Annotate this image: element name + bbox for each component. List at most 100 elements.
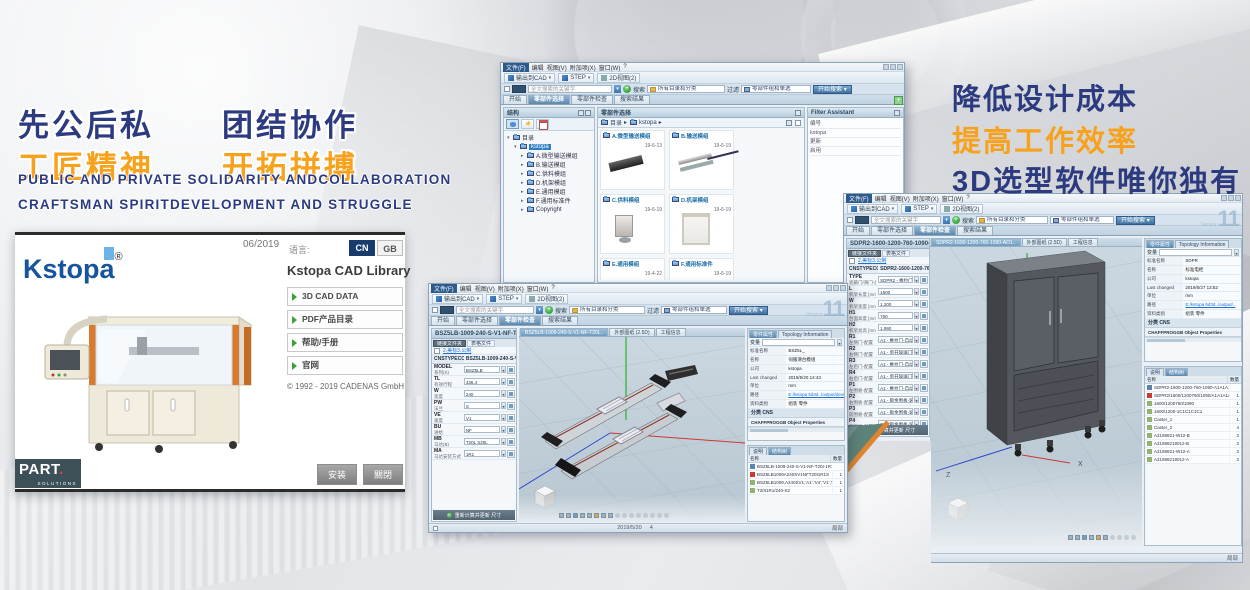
variable-select[interactable] [1159, 249, 1232, 256]
menu-item[interactable]: 文件(F) [846, 194, 872, 203]
chevron-down-icon[interactable]: ▾ [501, 450, 506, 457]
search-input[interactable]: 全文搜索的关键字 [456, 306, 534, 314]
edit-parameter-button[interactable] [920, 336, 928, 344]
search-checkbox[interactable] [504, 86, 510, 92]
edit-parameter-button[interactable] [507, 402, 515, 410]
parameter-value[interactable]: A1 - 单开玻璃门-铰链 [878, 348, 913, 355]
recompute-button[interactable]: 重新计算并更新 尺寸 [433, 510, 515, 520]
tree-item[interactable]: ▸ A.微型输送模组 [507, 151, 594, 160]
edit-parameter-button[interactable] [920, 372, 928, 380]
search-dropdown-button[interactable]: ▾ [943, 216, 950, 224]
menu-item[interactable]: 窗口(W) [599, 63, 621, 72]
horizontal-scrollbar[interactable] [1145, 337, 1241, 342]
structure-row[interactable]: A21998219012-A 2 [1145, 456, 1241, 464]
app-tab[interactable]: 开始 [503, 95, 527, 104]
dock-icon[interactable] [578, 110, 584, 116]
chevron-down-icon[interactable]: ▾ [501, 426, 506, 433]
viewport-tab[interactable]: 工程信息 [1068, 238, 1098, 246]
edit-parameter-button[interactable] [507, 378, 515, 386]
menu-item[interactable]: ? [623, 64, 626, 70]
window-controls[interactable] [826, 285, 846, 291]
add-search-icon[interactable]: + [545, 306, 553, 314]
search-input[interactable]: 全文搜索的关键字 [528, 85, 612, 93]
edit-parameter-button[interactable] [507, 426, 515, 434]
breadcrumb-root[interactable]: 目录 ▸ [601, 118, 627, 127]
config-link[interactable]: 3.公制 [457, 348, 471, 354]
chevron-down-icon[interactable]: ▾ [914, 408, 919, 415]
variable-select[interactable] [762, 339, 835, 346]
chevron-down-icon[interactable]: ▾ [914, 396, 919, 403]
start-search-button[interactable]: 开始搜索 ▾ [729, 306, 768, 315]
chevron-down-icon[interactable]: ▾ [501, 366, 506, 373]
parameter-value[interactable]: SDPR2 - 推拉门 [878, 276, 913, 283]
chevron-down-icon[interactable]: ▾ [914, 384, 919, 391]
view-toggle-icon[interactable] [786, 120, 792, 126]
add-search-icon[interactable]: + [952, 216, 960, 224]
edit-parameter-button[interactable] [507, 450, 515, 458]
viewport-3d-actuator[interactable]: BSZ5LB-1009-240-S-V1-NF-T20L..外部图纸 (2.5D… [519, 328, 745, 522]
tree-item[interactable]: ▸ F.通用标准件 [507, 196, 594, 205]
app-tab[interactable]: 零部件检查 [914, 226, 956, 235]
edit-parameter-button[interactable] [920, 324, 928, 332]
export-cad-button[interactable]: 输出到CAD▾ [847, 204, 898, 214]
chevron-down-icon[interactable]: ▾ [914, 300, 919, 307]
language-gb-button[interactable]: GB [377, 240, 403, 256]
view-2d-button[interactable]: 2D视图(2) [940, 204, 983, 214]
menu-item[interactable]: 视图(V) [547, 63, 567, 72]
edit-parameter-button[interactable] [507, 414, 515, 422]
menu-item[interactable]: 窗口(W) [527, 284, 549, 293]
menu-item[interactable]: 视图(V) [890, 194, 910, 203]
app-tab[interactable]: 零部件选择 [871, 226, 913, 235]
chevron-down-icon[interactable]: ▾ [914, 348, 919, 355]
parameter-value[interactable]: NF [464, 426, 500, 433]
properties-tab[interactable]: Topology Information [1175, 240, 1229, 248]
app-tab[interactable]: 搜索结果 [957, 226, 993, 235]
view-2d-button[interactable]: 2D视图(2) [597, 73, 640, 83]
search-scope-select[interactable]: 所有目录和分类 [976, 216, 1048, 224]
panel-subtab[interactable]: 表格文件 [882, 250, 910, 257]
parameter-value[interactable]: A1 - 推拉门-自动回归 [878, 336, 913, 343]
menu-item[interactable]: 视图(V) [475, 284, 495, 293]
chevron-down-icon[interactable]: ▾ [914, 360, 919, 367]
parameter-value[interactable]: V1 [464, 414, 500, 421]
tree-item[interactable]: ▸ D.机架模组 [507, 178, 594, 187]
menu-item[interactable]: ? [551, 285, 554, 291]
structure-row[interactable]: T20I1R1/240-S2 1 [748, 487, 844, 495]
structure-row[interactable]: 1600\1200-1C1C1C1C1 1 [1145, 408, 1241, 416]
structure-row[interactable]: BSZ5LB1009A240SV1NFT20I1R1S 1 [748, 471, 844, 479]
app-tab[interactable]: 搜索结果 [542, 316, 578, 325]
chevron-down-icon[interactable]: ▾ [501, 438, 506, 445]
app-tab[interactable]: 搜索结果 [614, 95, 650, 104]
chevron-down-icon[interactable]: ▾ [914, 288, 919, 295]
search-checkbox[interactable] [432, 307, 438, 313]
edit-parameter-button[interactable] [920, 276, 928, 284]
favorites-icon[interactable] [521, 119, 534, 129]
catalog-tile[interactable]: C.供料模组 19-6-19 [600, 194, 665, 254]
menu-item[interactable]: 附加项(X) [498, 284, 524, 293]
structure-row[interactable]: Caster_2 4 [1145, 424, 1241, 432]
tree-catalog[interactable]: ▾kstopa [507, 142, 594, 151]
close-icon[interactable] [585, 110, 591, 116]
viewport-tab[interactable]: 外部图纸 (2.5D) [609, 328, 654, 336]
installer-menu-item[interactable]: PDF产品目录 [287, 310, 403, 329]
properties-tab[interactable]: 说明 [749, 447, 767, 455]
edit-parameter-button[interactable] [920, 408, 928, 416]
filter-assistant-row[interactable]: 编号 [810, 120, 901, 129]
parameter-value[interactable]: A1 - 推拉门-自动回归 [878, 360, 913, 367]
add-search-icon[interactable]: + [623, 85, 631, 93]
viewport-nav-icons[interactable] [1068, 535, 1136, 540]
installer-menu-item[interactable]: 3D CAD DATA [287, 287, 403, 306]
menu-item[interactable]: 编辑 [875, 194, 887, 203]
parameter-value[interactable]: 1R1 [464, 450, 500, 457]
search-mode-button[interactable] [440, 306, 454, 314]
viewport-tab[interactable]: SDPR2-1600-1200-760-1090-AO1.. [931, 238, 1021, 246]
chevron-down-icon[interactable]: ▾ [914, 372, 919, 379]
structure-row[interactable]: A21998219012-B 2 [1145, 440, 1241, 448]
chevron-down-icon[interactable]: ▾ [501, 378, 506, 385]
dock-icon[interactable] [795, 110, 801, 116]
installer-menu-item[interactable]: 帮助/手册 [287, 333, 403, 352]
close-button[interactable]: 關閉 [363, 464, 403, 485]
parameter-value[interactable]: 1,200 [878, 300, 913, 307]
viewport-tab[interactable]: 外部图纸 (2.5D) [1022, 238, 1067, 246]
catalog-tile[interactable]: D.机架模组 19-6-19 [669, 194, 734, 254]
